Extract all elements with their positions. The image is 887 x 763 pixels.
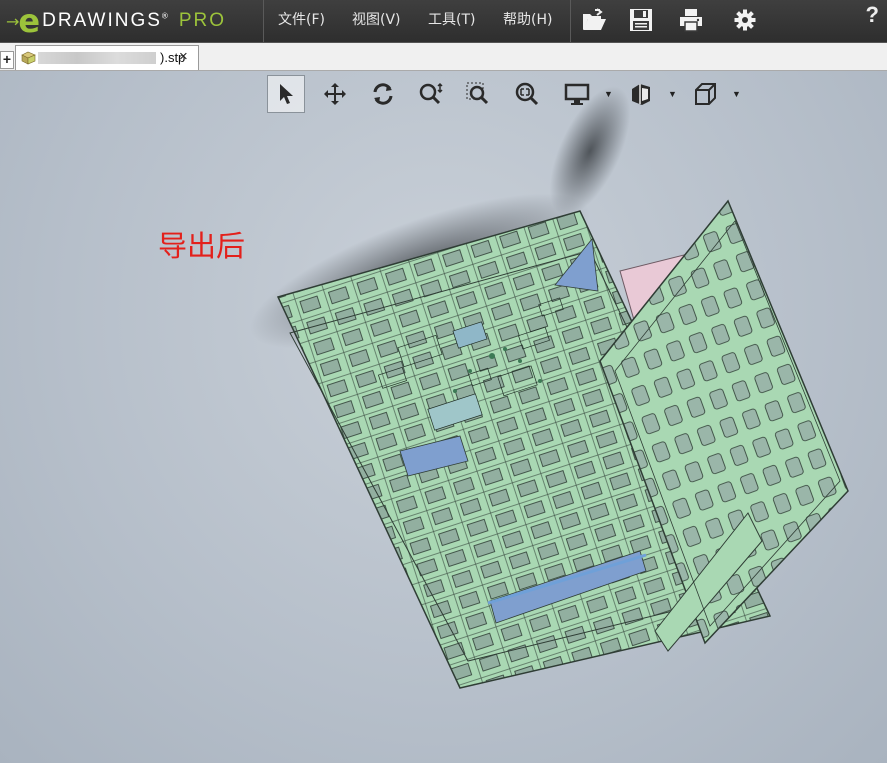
print-icon[interactable] <box>677 6 705 34</box>
section-dropdown-icon[interactable]: ▼ <box>668 89 677 99</box>
zoom-to-area-icon[interactable] <box>460 75 498 113</box>
divider <box>570 0 571 42</box>
view-orientation-cube-icon[interactable] <box>686 75 724 113</box>
orientation-dropdown-icon[interactable]: ▼ <box>732 89 741 99</box>
open-file-icon[interactable] <box>580 6 608 34</box>
zoom-to-fit-icon[interactable] <box>508 75 546 113</box>
new-tab-button[interactable]: + <box>0 51 14 69</box>
logo-name: DRAWINGS® <box>42 10 170 31</box>
section-view-icon[interactable] <box>622 75 660 113</box>
help-button[interactable]: ? <box>866 2 879 28</box>
logo-arrow: → <box>6 11 19 31</box>
zoom-icon[interactable] <box>412 75 450 113</box>
edrawings-logo: → e DRAWINGS® PRO <box>6 0 226 42</box>
display-dropdown-icon[interactable]: ▼ <box>604 89 613 99</box>
settings-gear-icon[interactable] <box>731 6 759 34</box>
menu-view[interactable]: 视图(V) <box>352 0 401 42</box>
pan-icon[interactable] <box>316 75 354 113</box>
menu-file[interactable]: 文件(F) <box>278 0 325 42</box>
divider <box>263 0 264 42</box>
document-tab-bar: + ).stp × <box>0 43 887 71</box>
menu-tools[interactable]: 工具(T) <box>428 0 475 42</box>
close-tab-icon[interactable]: × <box>179 48 188 65</box>
display-monitor-icon[interactable] <box>558 75 596 113</box>
3d-model-render <box>249 86 849 689</box>
logo-e: e <box>18 2 41 40</box>
redacted-filename <box>38 52 156 64</box>
3d-viewport[interactable]: ▼ ▼ ▼ 导出后 <box>0 71 887 763</box>
assembly-file-icon <box>21 51 36 65</box>
save-icon[interactable] <box>627 6 655 34</box>
export-annotation-label: 导出后 <box>158 229 246 263</box>
select-arrow-icon[interactable] <box>267 75 305 113</box>
rotate-icon[interactable] <box>364 75 402 113</box>
document-tab[interactable]: ).stp × <box>15 45 199 70</box>
menu-help[interactable]: 帮助(H) <box>503 0 552 42</box>
logo-edition: PRO <box>178 10 226 31</box>
app-title-bar: → e DRAWINGS® PRO 文件(F) 视图(V) 工具(T) 帮助(H… <box>0 0 887 43</box>
